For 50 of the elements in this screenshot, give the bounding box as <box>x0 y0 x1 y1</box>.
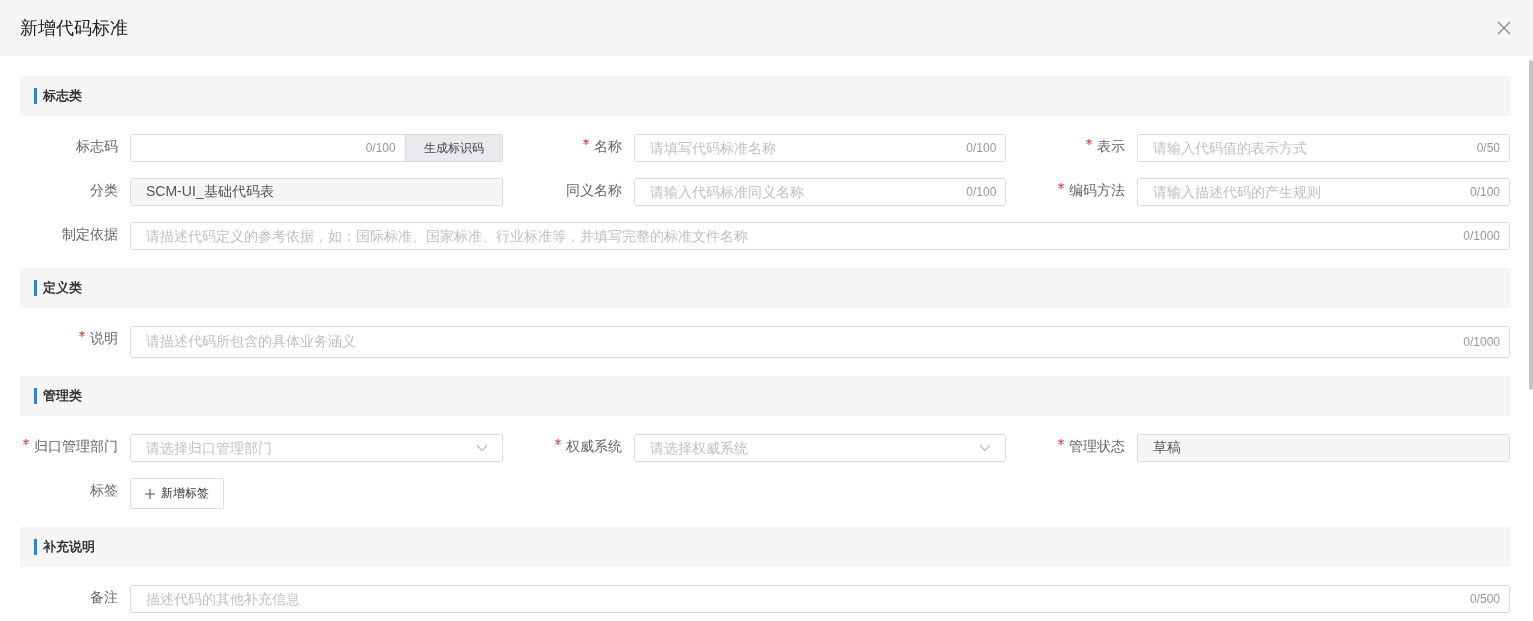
character-counter: 0/100 <box>1469 185 1501 199</box>
section-title: 补充说明 <box>43 538 95 556</box>
field-label: 名称 <box>523 134 622 158</box>
section-title: 管理类 <box>43 387 82 405</box>
character-counter: 0/1000 <box>1463 334 1501 349</box>
text-field[interactable]: 请输入代码标准同义名称 0/100 <box>633 178 1007 206</box>
section-title: 定义类 <box>43 279 82 297</box>
code-input-field[interactable]: 0/100 生成标识码 <box>130 134 503 162</box>
text-field[interactable]: 请输入代码值的表示方式 0/50 <box>1137 134 1510 162</box>
text-input[interactable]: 请输入描述代码的产生规则 <box>1138 179 1470 205</box>
character-counter: 0/500 <box>1469 592 1501 606</box>
field-label: 归口管理部门 <box>20 434 118 458</box>
plus-icon <box>145 488 155 499</box>
text-input[interactable]: 请输入代码标准同义名称 <box>634 179 967 205</box>
field-label: 制定依据 <box>61 225 118 244</box>
scrollbar-thumb[interactable] <box>1529 60 1533 390</box>
field-label: 说明 <box>20 326 118 350</box>
field-value: 草稿 <box>1152 439 1183 457</box>
add-tag-button[interactable]: 新增标签 <box>130 478 224 509</box>
description-textarea[interactable]: 请描述代码所包含的具体业务涵义 <box>131 327 1464 357</box>
text-input[interactable]: 请输入代码值的表示方式 <box>1138 135 1477 161</box>
character-counter: 0/1000 <box>1463 229 1501 243</box>
field-label: 标签 <box>89 481 118 500</box>
text-field[interactable]: 请输入描述代码的产生规则 0/100 <box>1137 178 1510 206</box>
textarea-field[interactable]: 请描述代码所包含的具体业务涵义 0/1000 <box>130 326 1510 358</box>
field-label: 权威系统 <box>523 434 622 458</box>
text-input[interactable]: 描述代码的其他补充信息 <box>131 586 1470 612</box>
field-label: 管理状态 <box>1027 434 1126 458</box>
field-label: 表示 <box>1027 134 1126 158</box>
dialog-title: 新增代码标准 <box>20 17 128 40</box>
text-input[interactable]: 请填写代码标准名称 <box>634 135 967 161</box>
field-label: 备注 <box>89 588 118 607</box>
section-title: 标志类 <box>43 87 82 105</box>
text-input[interactable]: 请描述代码定义的参考依据，如：国际标准、国家标准、行业标准等，并填写完整的标准文件名称 <box>131 223 1464 249</box>
field-label: 分类 <box>89 181 118 200</box>
character-counter: 0/100 <box>365 141 397 155</box>
field-value: SCM-UI_基础代码表 <box>145 183 275 201</box>
field-label: 编码方法 <box>1027 178 1126 202</box>
character-counter: 0/100 <box>966 141 998 155</box>
field-label: 同义名称 <box>564 181 622 200</box>
generate-code-button[interactable]: 生成标识码 <box>404 135 502 161</box>
character-counter: 0/50 <box>1476 141 1501 155</box>
field-label: 标志码 <box>75 137 118 156</box>
text-field[interactable]: 请填写代码标准名称 0/100 <box>633 134 1007 162</box>
text-field[interactable]: 描述代码的其他补充信息 0/500 <box>130 585 1510 613</box>
text-field[interactable]: 请描述代码定义的参考依据，如：国际标准、国家标准、行业标准等，并填写完整的标准文件名称 0/1000 <box>130 222 1510 250</box>
close-icon[interactable] <box>1497 21 1511 35</box>
chevron-down-icon <box>979 444 992 452</box>
chevron-down-icon <box>475 444 488 452</box>
character-counter: 0/100 <box>966 185 998 199</box>
